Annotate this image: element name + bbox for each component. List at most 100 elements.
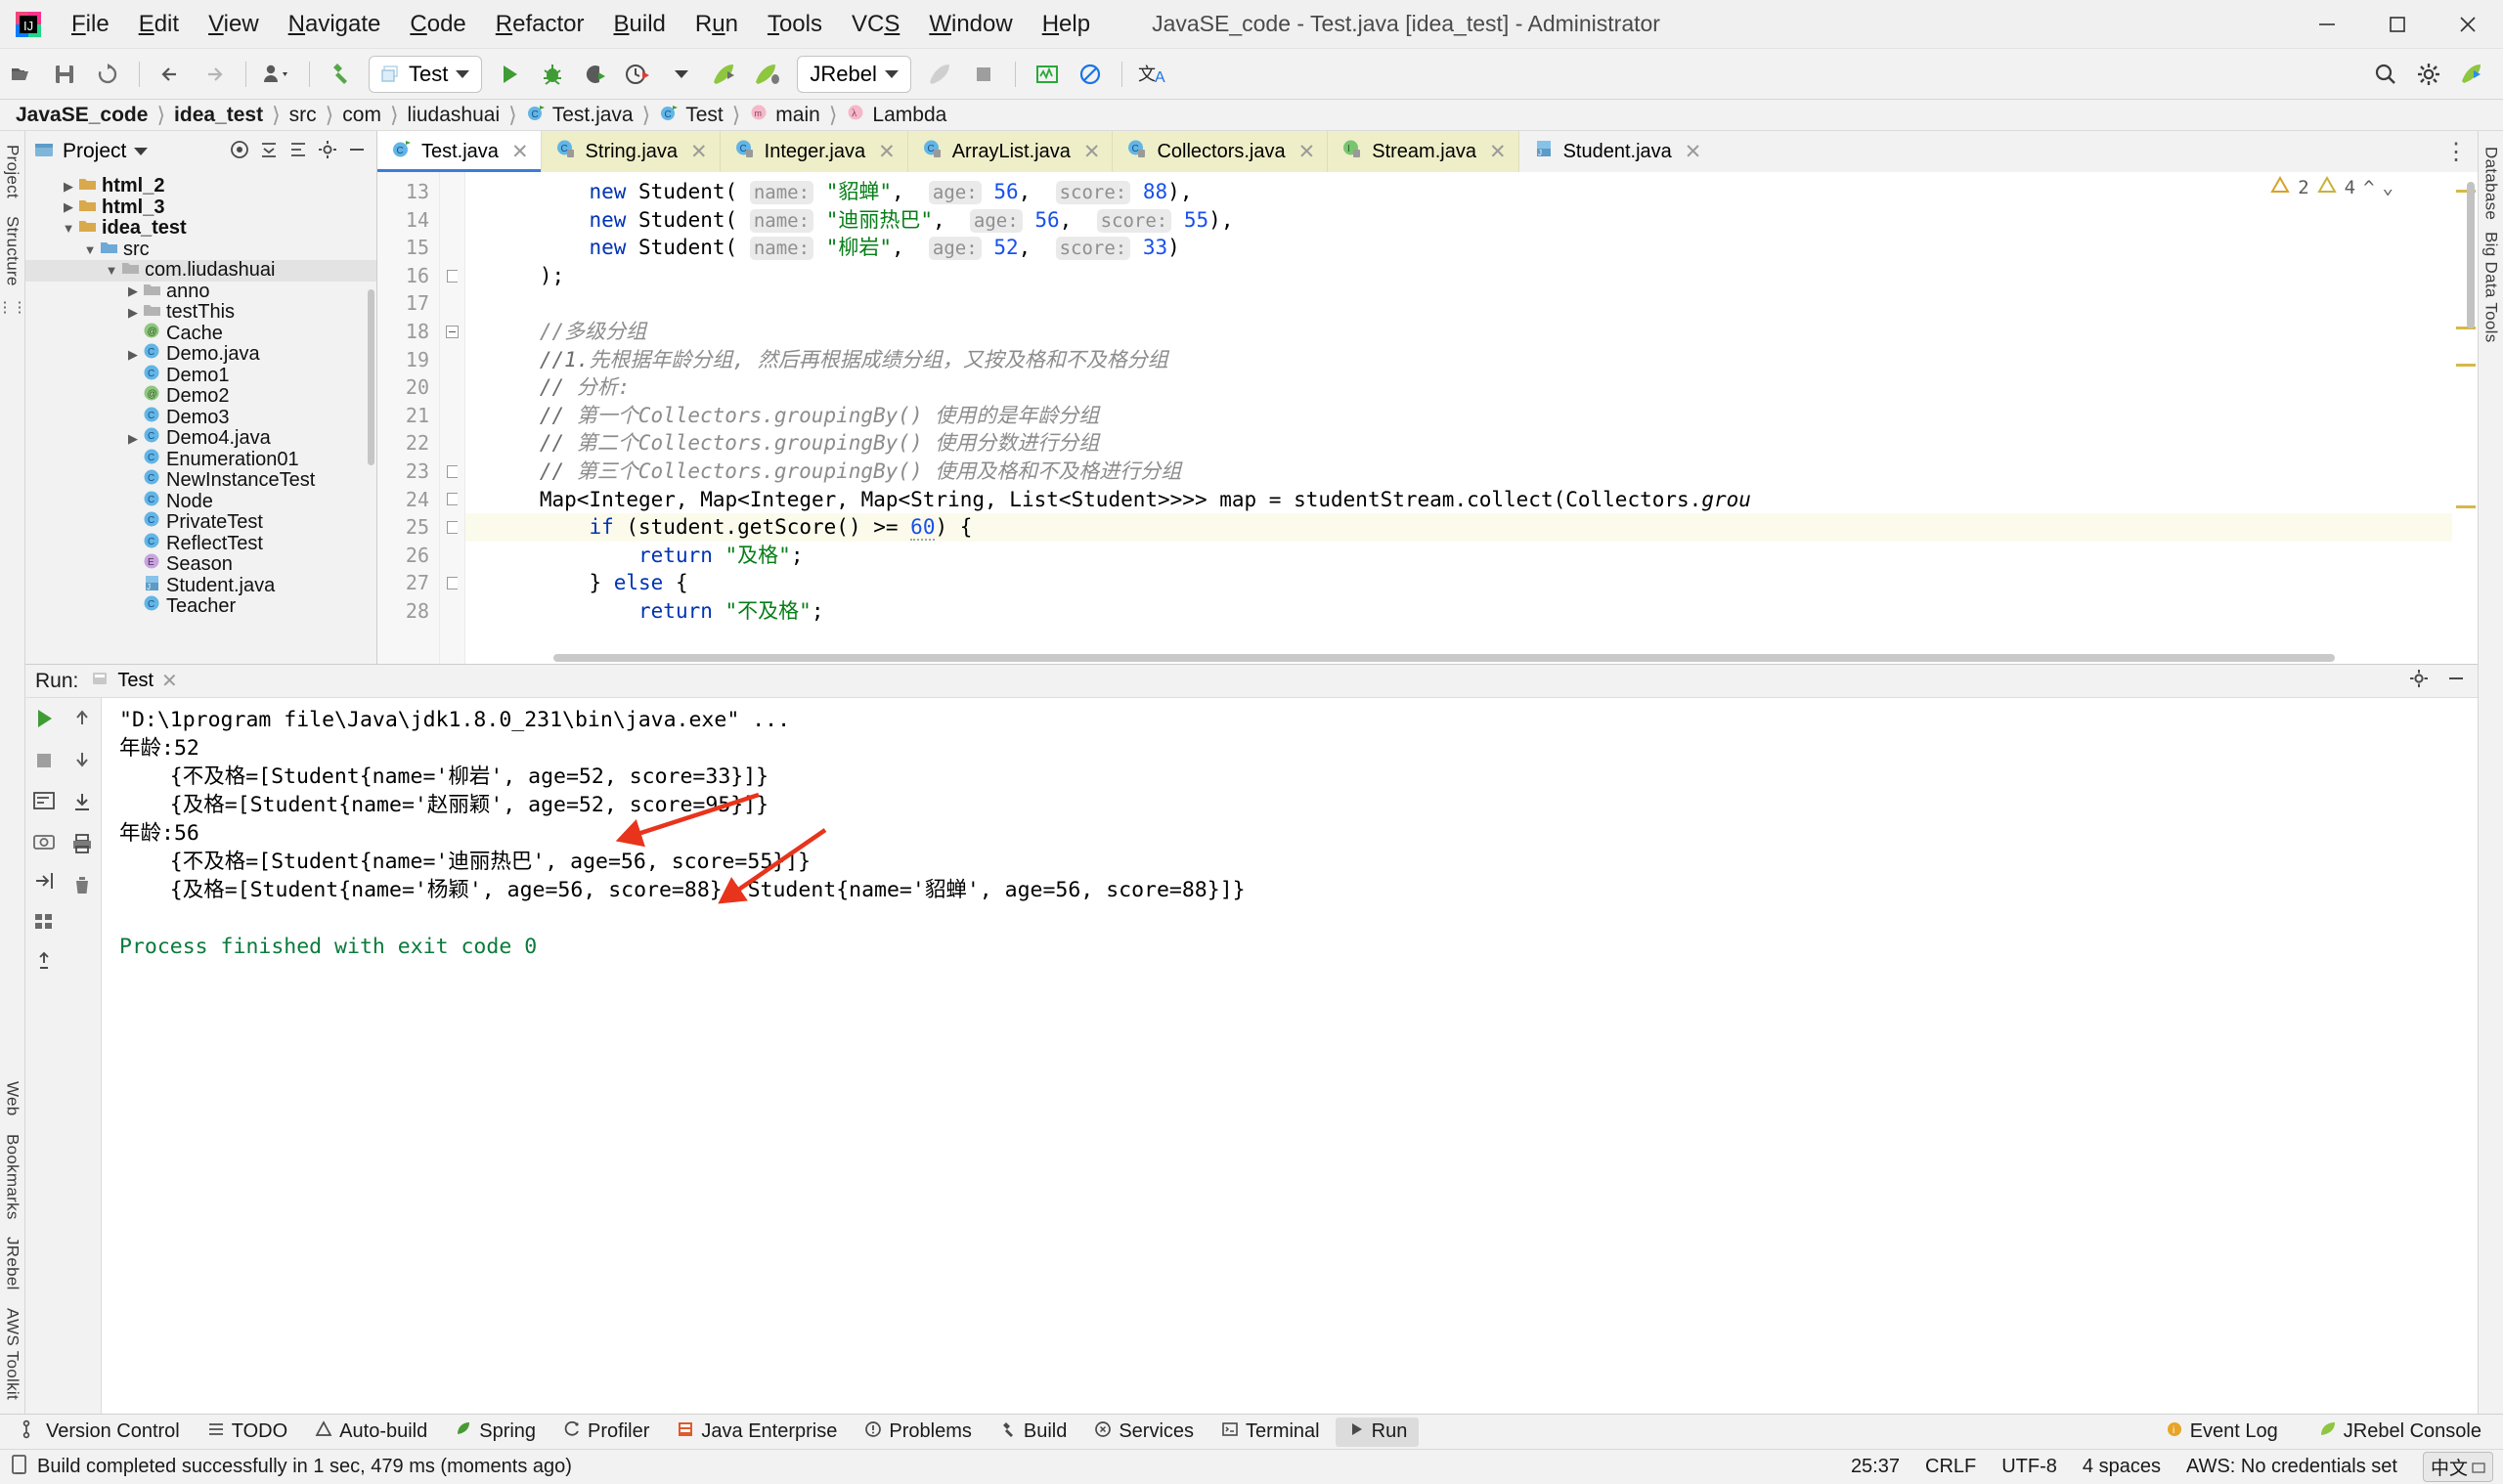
tool-window-auto-build[interactable]: Auto-build bbox=[303, 1418, 439, 1447]
code-folding-gutter[interactable] bbox=[440, 172, 465, 664]
search-everywhere-icon[interactable] bbox=[2364, 53, 2407, 96]
editor-tab-collectors-java[interactable]: C Collectors.java ✕ bbox=[1113, 131, 1329, 172]
menu-view[interactable]: View bbox=[194, 7, 274, 42]
export-icon[interactable] bbox=[31, 870, 57, 896]
main-menu[interactable]: File Edit View Navigate Code Refactor Bu… bbox=[57, 7, 1105, 42]
editor-marker-column[interactable] bbox=[2452, 172, 2478, 664]
tree-node[interactable]: ▼ src bbox=[25, 239, 376, 261]
tool-window-terminal[interactable]: Terminal bbox=[1209, 1418, 1332, 1447]
close-icon[interactable]: ✕ bbox=[1685, 140, 1702, 164]
tool-window-java-enterprise[interactable]: Java Enterprise bbox=[665, 1418, 849, 1447]
project-scrollbar[interactable] bbox=[368, 289, 374, 465]
editor-tab-stream-java[interactable]: I Stream.java ✕ bbox=[1328, 131, 1519, 172]
tool-window-services[interactable]: Services bbox=[1082, 1418, 1206, 1447]
editor-tab-arraylist-java[interactable]: C ArrayList.java ✕ bbox=[907, 131, 1114, 172]
settings-icon[interactable] bbox=[316, 138, 339, 166]
rail-button-aws-toolkit[interactable]: AWS Toolkit bbox=[3, 1302, 22, 1406]
target-icon[interactable] bbox=[228, 138, 251, 166]
breadcrumb-item-class[interactable]: C Test bbox=[659, 103, 724, 128]
rail-button-jrebel[interactable]: JRebel bbox=[3, 1231, 22, 1296]
close-icon[interactable]: ✕ bbox=[511, 140, 529, 164]
fold-marker[interactable] bbox=[440, 486, 464, 514]
tree-node[interactable]: C Node bbox=[25, 491, 376, 513]
tree-node[interactable]: ▶ anno bbox=[25, 281, 376, 303]
tool-window-build[interactable]: Build bbox=[988, 1418, 1078, 1447]
run-configuration-selector[interactable]: Test bbox=[369, 55, 483, 93]
breadcrumb-item-module[interactable]: idea_test bbox=[174, 104, 263, 127]
fold-marker[interactable] bbox=[440, 318, 464, 346]
chevron-right-icon[interactable]: ▶ bbox=[59, 179, 78, 195]
user-dropdown-icon[interactable] bbox=[256, 53, 299, 96]
breadcrumb-item-src[interactable]: src bbox=[289, 104, 317, 127]
print-icon[interactable] bbox=[70, 832, 94, 860]
menu-edit[interactable]: Edit bbox=[124, 7, 194, 42]
breadcrumb-item-com[interactable]: com bbox=[342, 104, 381, 127]
editor-tab-student-java[interactable]: J Student.java ✕ bbox=[1518, 131, 1714, 172]
soft-wrap-icon[interactable] bbox=[31, 790, 57, 816]
chevron-right-icon[interactable]: ▶ bbox=[59, 199, 78, 215]
menu-run[interactable]: Run bbox=[681, 7, 753, 42]
tree-node[interactable]: ▶ testThis bbox=[25, 301, 376, 324]
tool-window-event-log[interactable]: i Event Log bbox=[2154, 1418, 2290, 1447]
window-controls[interactable] bbox=[2292, 0, 2503, 49]
code-text-area[interactable]: new Student( name: "貂蝉", age: 56, score:… bbox=[465, 172, 2452, 664]
menu-tools[interactable]: Tools bbox=[753, 7, 837, 42]
hide-icon[interactable] bbox=[345, 138, 369, 166]
block-icon[interactable] bbox=[1069, 53, 1112, 96]
editor-tab-test-java[interactable]: C Test.java ✕ bbox=[377, 131, 542, 172]
chevron-down-icon[interactable]: ▼ bbox=[80, 242, 100, 257]
jrebel-debug-icon[interactable] bbox=[746, 53, 789, 96]
close-button[interactable] bbox=[2433, 0, 2503, 49]
project-tree[interactable]: ▶ html_2 ▶ html_3 ▼ idea_test ▼ src ▼ co… bbox=[25, 172, 376, 664]
navigate-back-icon[interactable] bbox=[150, 53, 193, 96]
caret-position[interactable]: 25:37 bbox=[1851, 1456, 1900, 1478]
tree-node[interactable]: C Demo1 bbox=[25, 365, 376, 387]
tree-node[interactable]: ▼ idea_test bbox=[25, 217, 376, 240]
chevron-up-icon[interactable]: ^ bbox=[2363, 177, 2374, 198]
rail-button-project[interactable]: Project bbox=[3, 139, 22, 204]
clear-all-icon[interactable] bbox=[70, 874, 94, 902]
rail-button-big-data-tools[interactable]: Big Data Tools bbox=[2481, 226, 2501, 349]
code-editor[interactable]: 13 14 15 16 17 18 19 20 21 22 23 24 25 2… bbox=[377, 172, 2478, 664]
tree-node[interactable]: ▶ C Demo4.java bbox=[25, 427, 376, 450]
tree-node[interactable]: C Demo3 bbox=[25, 407, 376, 429]
chevron-down-icon[interactable]: ⌄ bbox=[2383, 177, 2393, 198]
jrebel-run-icon[interactable] bbox=[703, 53, 746, 96]
inspection-widget[interactable]: 2 4 ^ ⌄ bbox=[2270, 175, 2393, 198]
tree-node[interactable]: C PrivateTest bbox=[25, 511, 376, 534]
tree-node[interactable]: C Enumeration01 bbox=[25, 449, 376, 471]
tool-window-todo[interactable]: TODO bbox=[196, 1418, 299, 1447]
tree-node[interactable]: ▶ html_2 bbox=[25, 175, 376, 197]
rerun-icon[interactable] bbox=[31, 706, 57, 736]
jrebel-rocket-icon[interactable] bbox=[919, 53, 962, 96]
close-icon[interactable]: ✕ bbox=[690, 140, 708, 164]
chevron-right-icon[interactable]: ▶ bbox=[123, 284, 143, 299]
editor-vertical-scrollbar[interactable] bbox=[2467, 182, 2475, 328]
tool-window-spring[interactable]: Spring bbox=[443, 1418, 548, 1447]
tree-node[interactable]: ▶ html_3 bbox=[25, 196, 376, 219]
chevron-down-icon[interactable] bbox=[456, 69, 470, 78]
rail-button-web[interactable]: Web bbox=[3, 1075, 22, 1122]
menu-navigate[interactable]: Navigate bbox=[274, 7, 396, 42]
camera-icon[interactable] bbox=[31, 830, 57, 856]
minimize-icon[interactable] bbox=[2444, 667, 2468, 695]
close-icon[interactable]: ✕ bbox=[1083, 140, 1101, 164]
build-hammer-icon[interactable] bbox=[320, 53, 363, 96]
rail-button-database[interactable]: Database bbox=[2481, 141, 2501, 226]
run-with-coverage-icon[interactable] bbox=[574, 53, 617, 96]
menu-vcs[interactable]: VCS bbox=[837, 7, 914, 42]
fold-marker[interactable] bbox=[440, 262, 464, 290]
monitor-icon[interactable] bbox=[1026, 53, 1069, 96]
stop-icon[interactable] bbox=[33, 750, 55, 776]
translate-icon[interactable]: 文A bbox=[1132, 53, 1175, 96]
tree-node[interactable]: C ReflectTest bbox=[25, 533, 376, 555]
editor-horizontal-scrollbar[interactable] bbox=[553, 654, 2335, 662]
breadcrumb-item-package[interactable]: liudashuai bbox=[408, 104, 501, 127]
tool-window-problems[interactable]: Problems bbox=[853, 1418, 983, 1447]
menu-build[interactable]: Build bbox=[599, 7, 681, 42]
tool-window-version-control[interactable]: Version Control bbox=[10, 1417, 192, 1448]
fold-marker[interactable] bbox=[440, 458, 464, 486]
tool-window-profiler[interactable]: Profiler bbox=[551, 1418, 661, 1447]
marker[interactable] bbox=[2456, 505, 2476, 508]
chevron-down-icon[interactable] bbox=[884, 69, 899, 78]
